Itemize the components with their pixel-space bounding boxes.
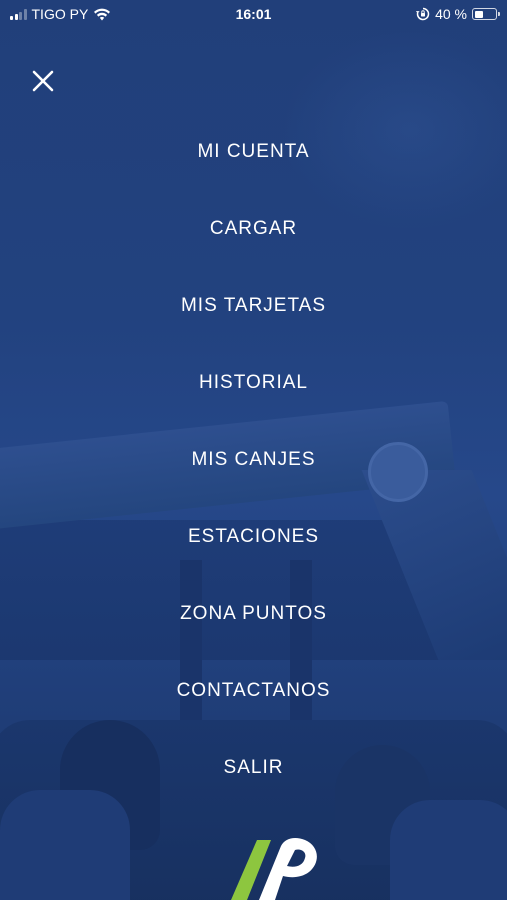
battery-icon <box>472 8 500 20</box>
background-car-seat <box>390 800 507 900</box>
menu-item-historial[interactable]: HISTORIAL <box>0 344 507 421</box>
status-bar: TIGO PY 16:01 40 % <box>0 0 507 28</box>
menu-item-estaciones[interactable]: ESTACIONES <box>0 498 507 575</box>
brand-logo-icon <box>231 838 317 900</box>
battery-percent: 40 % <box>435 6 467 22</box>
menu-item-salir[interactable]: SALIR <box>0 729 507 806</box>
menu-item-mi-cuenta[interactable]: MI CUENTA <box>0 113 507 190</box>
status-right: 40 % <box>416 6 500 22</box>
close-button[interactable] <box>28 66 58 96</box>
menu-item-cargar[interactable]: CARGAR <box>0 190 507 267</box>
main-menu: MI CUENTA CARGAR MIS TARJETAS HISTORIAL … <box>0 113 507 806</box>
menu-item-mis-canjes[interactable]: MIS CANJES <box>0 421 507 498</box>
menu-item-contactanos[interactable]: CONTACTANOS <box>0 652 507 729</box>
signal-icon <box>10 8 27 20</box>
battery-level <box>474 10 483 18</box>
wifi-icon <box>94 8 111 20</box>
carrier-label: TIGO PY <box>31 6 89 22</box>
status-time: 16:01 <box>235 6 272 22</box>
close-icon <box>32 70 54 92</box>
status-left: TIGO PY <box>10 6 111 22</box>
background-car-seat <box>0 790 130 900</box>
menu-item-mis-tarjetas[interactable]: MIS TARJETAS <box>0 267 507 344</box>
menu-item-zona-puntos[interactable]: ZONA PUNTOS <box>0 575 507 652</box>
orientation-lock-icon <box>416 7 430 21</box>
